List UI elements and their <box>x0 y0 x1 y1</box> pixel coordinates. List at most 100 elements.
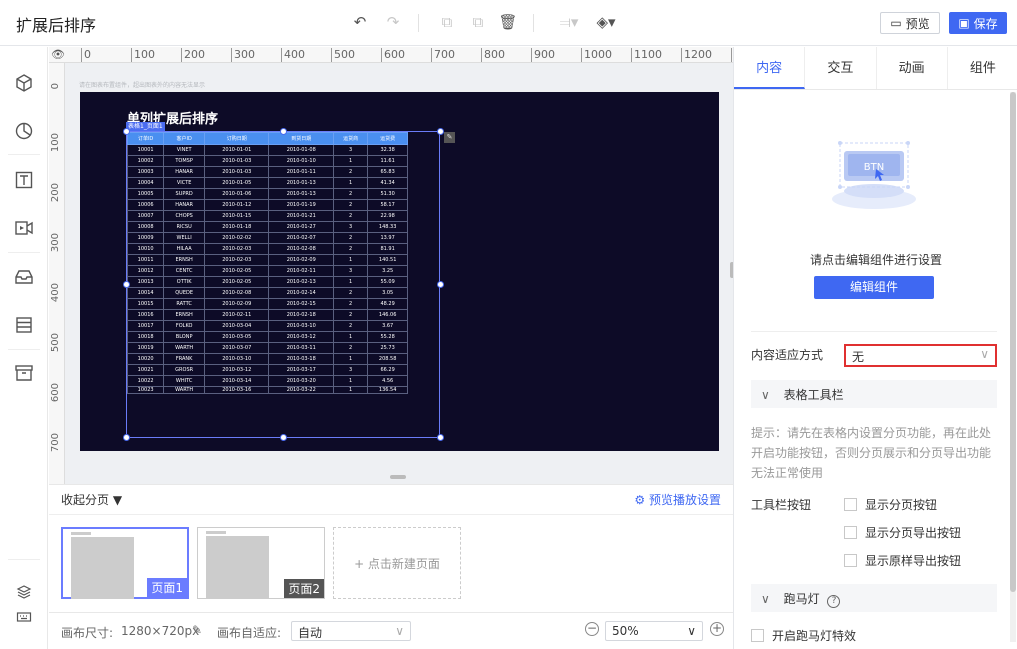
toolbar-section-header[interactable]: ∨ 表格工具栏 <box>751 380 997 408</box>
resize-handle[interactable] <box>437 434 444 441</box>
paste-icon[interactable]: ⧉ <box>468 13 488 31</box>
ruler-tick: 300 <box>50 233 61 253</box>
edit-size-icon[interactable]: ✎ <box>192 623 202 637</box>
tab-component[interactable]: 组件 <box>948 47 1017 89</box>
redo-icon[interactable]: ↷ <box>383 13 403 31</box>
show-pagination-export-checkbox[interactable]: 显示分页导出按钮 <box>844 524 961 541</box>
collapse-pages-toggle[interactable]: 收起分页 ▼ <box>61 491 122 508</box>
canvas-fit-select[interactable]: 自动 ∨ <box>291 621 411 641</box>
save-button[interactable]: ▣ 保存 <box>949 12 1007 34</box>
zoom-out-icon[interactable]: − <box>585 622 599 636</box>
canvas-page[interactable]: 单列扩展后排序 表格1_页面1 订单ID 客户ID 订购日期 到货日期 运货商 运货费 1… <box>80 92 719 451</box>
canvas-size-value: 1280×720px <box>121 624 200 638</box>
resize-handle[interactable] <box>123 128 130 135</box>
save-icon: ▣ <box>958 16 970 30</box>
new-page-button[interactable]: + 点击新建页面 <box>333 527 461 599</box>
edit-pen-icon[interactable]: ✎ <box>444 132 455 143</box>
toolbar-tip: 提示：请先在表格内设置分页功能，再在此处开启功能按钮，否则分页展示和分页导出功能… <box>751 426 992 480</box>
canvas-workspace[interactable]: 👁 0 100 200 300 400 500 600 700 800 900 1000 1100 12… <box>49 47 733 484</box>
edit-hint: 请点击编辑组件进行设置 <box>809 253 942 267</box>
component-illustration: BTN <box>832 141 916 209</box>
chart-icon[interactable] <box>12 119 36 143</box>
ruler-tick: 700 <box>50 433 61 453</box>
ruler-top: 👁 0 100 200 300 400 500 600 700 800 900 1000 1100 12… <box>49 47 733 63</box>
tab-interaction[interactable]: 交互 <box>805 47 877 89</box>
chevron-down-icon: ∨ <box>980 347 989 361</box>
monitor-icon: ▭ <box>890 16 902 30</box>
zoom-in-icon[interactable]: + <box>710 622 724 636</box>
play-settings-link[interactable]: ⚙ 预览播放设置 <box>634 491 721 508</box>
database-icon[interactable] <box>12 313 36 337</box>
top-header: 扩展后排序 ↶ ↷ ⧉ ⧉ 🗑 ⫤▾ ◈▾ ▭ 预览 ▣ 保存 <box>0 0 1017 46</box>
resize-handle[interactable] <box>280 434 287 441</box>
divider <box>751 331 997 332</box>
page-title: 扩展后排序 <box>16 16 97 35</box>
divider <box>8 349 40 350</box>
tab-animation[interactable]: 动画 <box>877 47 948 89</box>
archive-icon[interactable] <box>12 361 36 385</box>
ruler-tick: 500 <box>331 48 355 62</box>
panel-tabs: 内容 交互 动画 组件 <box>734 47 1017 90</box>
copy-icon[interactable]: ⧉ <box>437 13 457 31</box>
left-toolbar <box>0 47 48 649</box>
canvas-fit-label: 画布自适应: <box>217 626 282 640</box>
delete-icon[interactable]: 🗑 <box>498 13 518 31</box>
resize-handle[interactable] <box>437 128 444 135</box>
canvas-hint: 请在图表布置组件，超出图表外的内容无法显示 <box>79 82 206 89</box>
resize-handle[interactable] <box>437 281 444 288</box>
ruler-tick: 1000 <box>581 48 612 62</box>
ruler-tick: 1200 <box>681 48 712 62</box>
selection-tag: 表格1_页面1 <box>126 122 165 131</box>
ruler-tick: 1100 <box>631 48 662 62</box>
divider <box>8 252 40 253</box>
inbox-icon[interactable] <box>12 265 36 289</box>
selection-box[interactable] <box>126 131 440 438</box>
text-icon[interactable] <box>12 168 36 192</box>
align-icon[interactable]: ⫤▾ <box>556 13 582 31</box>
eye-icon[interactable]: 👁 <box>51 48 65 62</box>
content-fit-label: 内容适应方式 <box>751 348 824 362</box>
page-strip: 收起分页 ▼ ⚙ 预览播放设置 页面1 页面2 + 点击新建页面 <box>49 484 733 612</box>
content-fit-select[interactable]: 无 ∨ <box>844 344 997 367</box>
layer-order-icon[interactable]: ◈▾ <box>593 13 619 31</box>
horizontal-scrollbar[interactable] <box>390 475 406 479</box>
resize-handle[interactable] <box>123 281 130 288</box>
chevron-down-icon: ∨ <box>687 624 696 638</box>
show-pagination-checkbox[interactable]: 显示分页按钮 <box>844 496 937 513</box>
page-label: 页面2 <box>284 579 324 598</box>
chevron-down-icon: ∨ <box>761 388 770 402</box>
page-thumbnail-2[interactable]: 页面2 <box>197 527 325 599</box>
ruler-tick: 300 <box>231 48 255 62</box>
chevron-down-icon: ∨ <box>395 624 404 638</box>
marquee-checkbox[interactable]: 开启跑马灯特效 <box>751 627 856 644</box>
video-icon[interactable] <box>12 216 36 240</box>
ruler-tick: 600 <box>381 48 405 62</box>
zoom-select[interactable]: 50% ∨ <box>605 621 703 641</box>
resize-handle[interactable] <box>123 434 130 441</box>
undo-icon[interactable]: ↶ <box>350 13 370 31</box>
ruler-tick: 400 <box>281 48 305 62</box>
resize-handle[interactable] <box>280 128 287 135</box>
page-label: 页面1 <box>147 578 187 597</box>
ruler-tick: 0 <box>50 83 61 90</box>
cube-icon[interactable] <box>12 71 36 95</box>
page-thumbnail-1[interactable]: 页面1 <box>61 527 189 599</box>
ruler-left: 0 100 200 300 400 500 600 700 <box>49 63 65 484</box>
preview-button[interactable]: ▭ 预览 <box>880 12 940 34</box>
tab-content[interactable]: 内容 <box>734 47 806 89</box>
svg-text:BTN: BTN <box>864 162 884 173</box>
ruler-tick: 900 <box>531 48 555 62</box>
divider <box>533 14 534 32</box>
keyboard-icon[interactable] <box>12 605 36 629</box>
divider <box>8 154 40 155</box>
caret-down-icon: ▼ <box>112 493 123 507</box>
show-raw-export-checkbox[interactable]: 显示原样导出按钮 <box>844 552 961 569</box>
panel-scrollbar[interactable] <box>1010 92 1016 642</box>
edit-component-button[interactable]: 编辑组件 <box>814 276 934 299</box>
ruler-tick: 200 <box>181 48 205 62</box>
divider <box>418 14 419 32</box>
help-icon[interactable]: ? <box>827 595 841 608</box>
layers-icon[interactable] <box>12 580 36 604</box>
ruler-tick: 100 <box>50 133 61 153</box>
marquee-section-header[interactable]: ∨ 跑马灯 ? <box>751 584 997 612</box>
